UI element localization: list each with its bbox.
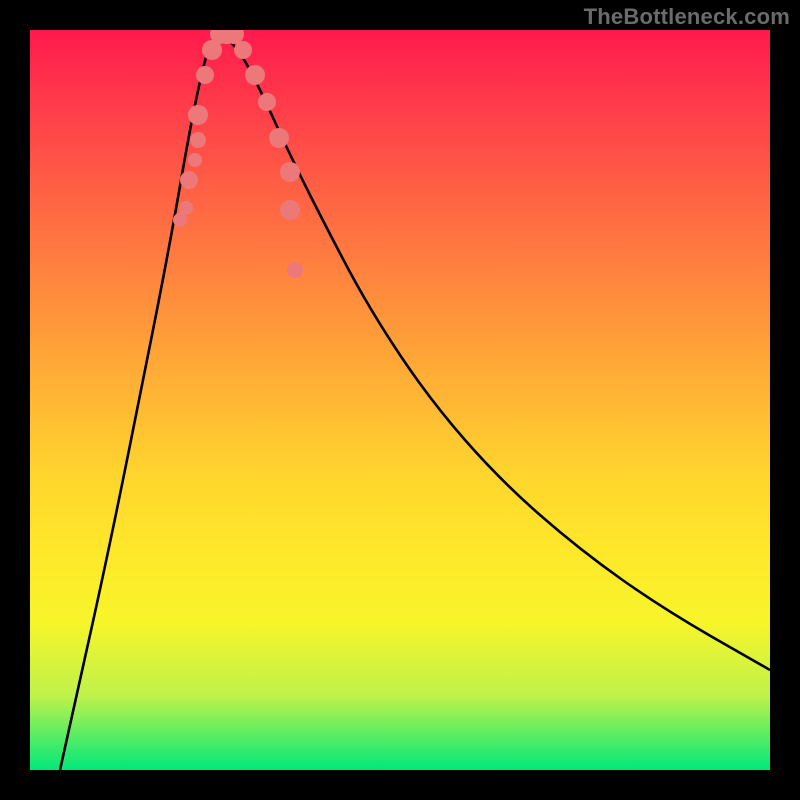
plot-area xyxy=(30,30,770,770)
watermark-text: TheBottleneck.com xyxy=(584,4,790,30)
scatter-dot xyxy=(173,213,187,227)
chart-frame: TheBottleneck.com xyxy=(0,0,800,800)
curve-right xyxy=(220,32,770,670)
scatter-dot xyxy=(287,262,303,278)
scatter-dot xyxy=(179,201,193,215)
scatter-dot xyxy=(196,66,214,84)
scatter-dot xyxy=(280,162,300,182)
scatter-dot xyxy=(269,128,289,148)
scatter-dot xyxy=(188,153,202,167)
scatter-dot xyxy=(180,171,198,189)
scatter-dot xyxy=(258,93,276,111)
scatter-dot xyxy=(280,200,300,220)
scatter-dot xyxy=(190,132,206,148)
chart-svg xyxy=(30,30,770,770)
scatter-dot xyxy=(234,41,252,59)
scatter-dots xyxy=(173,30,303,278)
scatter-dot xyxy=(245,65,265,85)
scatter-dot xyxy=(188,105,208,125)
